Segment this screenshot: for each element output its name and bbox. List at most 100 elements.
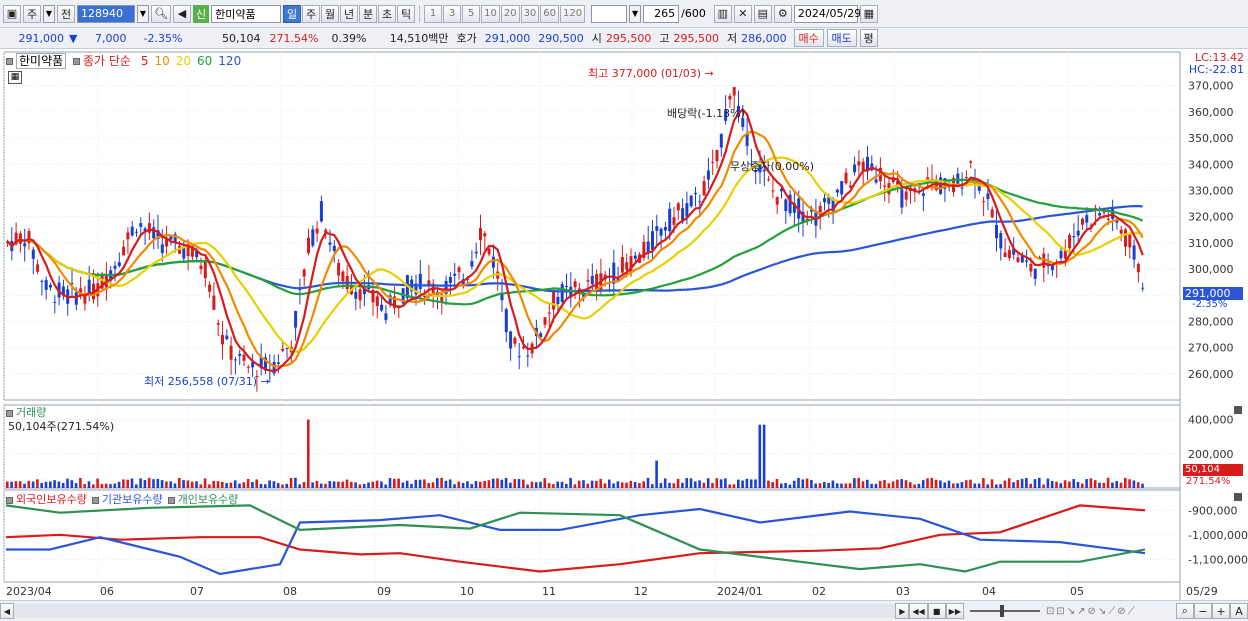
hoga-label: 호가 [456, 32, 477, 45]
time-tick: 08 [283, 585, 297, 598]
interval-button[interactable]: 30 [520, 4, 540, 23]
volume-bar [964, 480, 968, 488]
candle-body [483, 233, 487, 237]
period-select[interactable]: 주 [23, 4, 41, 23]
buy-button[interactable]: 매수 [793, 29, 824, 47]
period-dropdown-icon[interactable]: ▼ [43, 4, 55, 23]
calendar-icon[interactable]: ▦ [859, 4, 878, 23]
volume-bar [483, 480, 486, 488]
volume-bar [448, 479, 452, 488]
speaker-icon[interactable]: ◀ [172, 4, 191, 23]
candle-body [1029, 263, 1033, 272]
save-icon[interactable]: ▤ [753, 4, 772, 23]
interval-button[interactable]: 5 [462, 4, 481, 23]
volume-bar [552, 484, 555, 488]
ma-period[interactable]: 10 [154, 54, 169, 68]
period-tab[interactable]: 년 [340, 4, 359, 23]
volume-bar [1063, 480, 1067, 488]
bar-count-input[interactable]: 265 [643, 4, 680, 23]
panel-close-icon[interactable] [1234, 493, 1242, 501]
holder-series-label[interactable]: 외국인보유수량 [16, 493, 87, 506]
holder-series-label[interactable]: 개인보유수량 [178, 493, 239, 506]
ma-period[interactable]: 120 [218, 54, 241, 68]
price-tick: 320,000 [1188, 211, 1234, 224]
ma-period[interactable]: 20 [176, 54, 191, 68]
date-input[interactable]: 2024/05/29 [793, 4, 861, 23]
horizontal-scrollbar[interactable] [14, 604, 896, 618]
interval-button[interactable]: 3 [443, 4, 462, 23]
calculator-icon[interactable]: ▦ [8, 71, 22, 84]
volume-bar [6, 481, 9, 488]
period-label: 주 [26, 7, 38, 21]
volume-bar [1020, 478, 1024, 488]
panel-close-icon[interactable] [1234, 406, 1242, 414]
period-tab[interactable]: 분 [359, 4, 378, 23]
eval-button[interactable]: 평 [859, 29, 878, 47]
volume-bar [633, 482, 637, 488]
stop-icon[interactable]: ■ [927, 603, 946, 619]
candle-body [509, 331, 513, 349]
zoom-out-icon[interactable]: − [1194, 603, 1212, 619]
scroll-right-icon[interactable]: ▶ [895, 603, 910, 619]
search-icon[interactable]: 🔍︎ [151, 4, 171, 23]
interval-dropdown-icon[interactable]: ▼ [629, 4, 642, 23]
volume-bar [405, 480, 409, 488]
period-tab[interactable]: 초 [378, 4, 397, 23]
candle-body [668, 208, 672, 232]
candle-body [332, 245, 336, 251]
scroll-left-icon[interactable]: ◀ [0, 603, 14, 619]
candle-body [135, 231, 138, 233]
interval-button[interactable]: 20 [500, 4, 520, 23]
speed-slider[interactable] [970, 605, 1040, 617]
volume-bar [474, 481, 478, 488]
stock-name-field[interactable]: 한미약품 [211, 4, 282, 23]
rewind-icon[interactable]: ◀◀ [909, 603, 928, 619]
interval-custom-input[interactable] [591, 4, 628, 23]
time-tick: 03 [896, 585, 910, 598]
zoom-icon[interactable]: ⌕ [1176, 603, 1194, 619]
volume-bar [1046, 478, 1050, 488]
candle-type-icon[interactable]: ▥ [713, 4, 732, 23]
drawing-tools[interactable]: ⊡⊡↘↗⊘↘⟋⊘⟋ [1046, 606, 1176, 617]
candle-body [74, 292, 78, 305]
font-size-icon[interactable]: A [1230, 603, 1248, 619]
period-tab[interactable]: 틱 [397, 4, 416, 23]
trade-amount: 14,510백만 [389, 32, 449, 45]
volume-bar [491, 478, 495, 488]
volume-bar [264, 484, 267, 488]
candle-body [633, 255, 637, 259]
ma-prefix[interactable]: 종가 단순 [83, 54, 131, 68]
price-tick: 360,000 [1188, 106, 1234, 119]
volume-bar [199, 484, 203, 488]
stock-chart[interactable]: 370,000 360,000 350,000 340,000 330,000 320,0… [0, 50, 1248, 600]
volume-bar [1124, 477, 1127, 488]
volume-bar [315, 480, 319, 488]
window-menu-icon[interactable]: ▣ [3, 4, 21, 23]
period-tab[interactable]: 월 [321, 4, 340, 23]
fast-forward-icon[interactable]: ▶▶ [945, 603, 964, 619]
candle-body [513, 337, 517, 344]
ma-period[interactable]: 5 [141, 54, 149, 68]
prev-button[interactable]: 전 [57, 4, 75, 23]
ma-period[interactable]: 60 [197, 54, 212, 68]
candle-body [83, 295, 87, 304]
sell-button[interactable]: 매도 [826, 29, 857, 47]
interval-button[interactable]: 60 [540, 4, 560, 23]
volume-bar [1085, 479, 1088, 488]
period-tab[interactable]: 주 [302, 4, 321, 23]
interval-button[interactable]: 1 [424, 4, 443, 23]
interval-button[interactable]: 120 [560, 4, 586, 23]
candle-body [711, 162, 715, 164]
crosshair-icon[interactable]: ✕ [733, 4, 752, 23]
period-tab[interactable]: 일 [283, 4, 302, 23]
volume-bar [810, 480, 813, 488]
volume-info: 50,104주(271.54%) [8, 420, 115, 433]
code-dropdown-icon[interactable]: ▼ [137, 4, 149, 23]
zoom-in-icon[interactable]: + [1212, 603, 1230, 619]
open-price: 295,500 [605, 31, 652, 45]
settings-gear-icon[interactable]: ⚙ [773, 4, 792, 23]
interval-button[interactable]: 10 [481, 4, 500, 23]
holder-series-label[interactable]: 기관보유수량 [102, 493, 163, 506]
stock-code-input[interactable]: 128940 [77, 4, 135, 23]
price-legend-name[interactable]: 한미약품 [16, 53, 67, 69]
